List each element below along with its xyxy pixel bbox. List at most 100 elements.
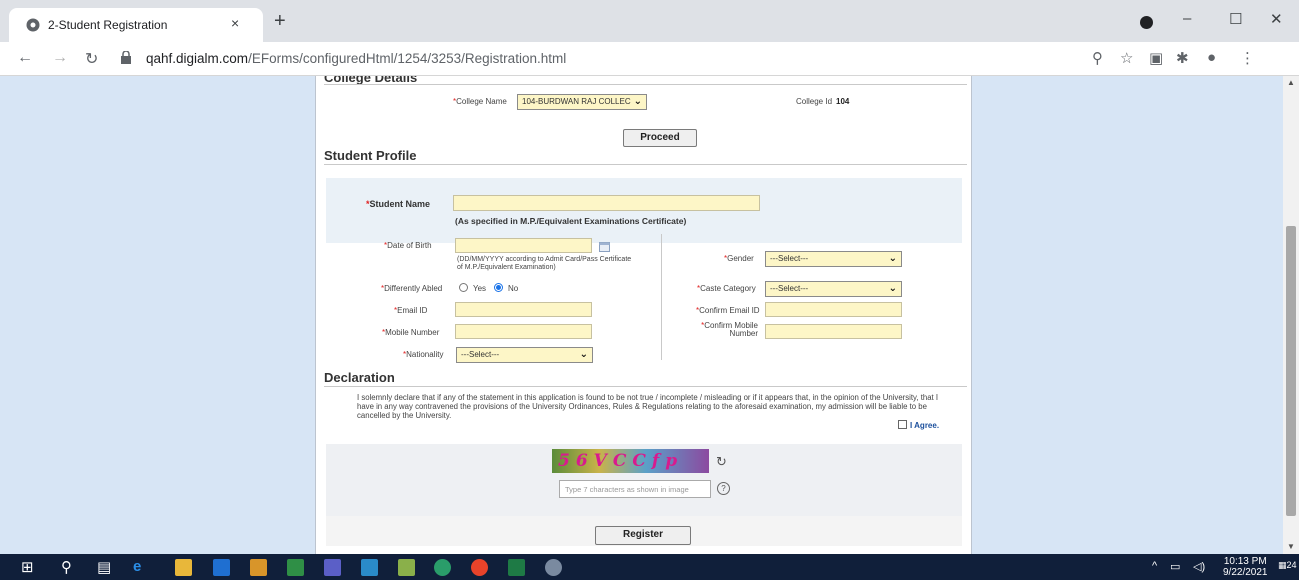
- caste-category-label: *Caste Category: [697, 284, 756, 293]
- address-bar[interactable]: qahf.digialm.com/EForms/configuredHtml/1…: [113, 47, 1173, 71]
- chrome-account-icon[interactable]: [1140, 16, 1153, 29]
- gender-select[interactable]: ---Select--- ⌄: [765, 251, 902, 267]
- chrome-icon[interactable]: [471, 559, 488, 576]
- nationality-label: *Nationality: [403, 350, 444, 359]
- chevron-down-icon: ⌄: [579, 349, 588, 360]
- confirm-email-label: *Confirm Email ID: [696, 306, 760, 315]
- notification-count: 24: [1286, 560, 1297, 570]
- back-icon[interactable]: ←: [17, 49, 33, 67]
- email-input[interactable]: [455, 302, 592, 317]
- url-path: /EForms/configuredHtml/1254/3253/Registr…: [248, 51, 567, 66]
- close-tab-icon[interactable]: ×: [231, 15, 239, 31]
- no-label: No: [508, 284, 519, 293]
- agree-label: I Agree.: [910, 421, 940, 430]
- teams-icon[interactable]: [324, 559, 341, 576]
- student-name-label: *Student Name: [366, 199, 431, 209]
- gender-label: *Gender: [724, 254, 754, 263]
- maximize-button[interactable]: ☐: [1229, 10, 1242, 28]
- mobile-label: *Mobile Number: [382, 328, 440, 337]
- chrome-app-icon[interactable]: [434, 559, 451, 576]
- zoom-icon[interactable]: ⚲: [1092, 49, 1103, 67]
- college-id-label: College Id: [796, 97, 833, 106]
- confirm-email-input[interactable]: [765, 302, 902, 317]
- windows-start-icon[interactable]: ⊞: [21, 558, 34, 576]
- minimize-button[interactable]: –: [1183, 10, 1191, 27]
- confirm-mobile-input[interactable]: [765, 324, 902, 339]
- page-viewport: College Details *College Name 104-BURDWA…: [0, 76, 1283, 554]
- divider: [324, 84, 967, 85]
- email-label: *Email ID: [394, 306, 428, 315]
- app-icon[interactable]: [250, 559, 267, 576]
- scroll-thumb[interactable]: [1286, 226, 1296, 516]
- app-icon[interactable]: [398, 559, 415, 576]
- chrome-menu-icon[interactable]: ⋮: [1240, 49, 1255, 67]
- browser-tab[interactable]: 2-Student Registration ×: [9, 8, 263, 42]
- agree-checkbox[interactable]: [898, 420, 907, 429]
- system-clock[interactable]: 10:13 PM 9/22/2021: [1223, 556, 1268, 578]
- browser-toolbar: ← → ↻ qahf.digialm.com/EForms/configured…: [0, 42, 1299, 76]
- profile-avatar-icon[interactable]: ●: [1207, 49, 1216, 66]
- column-divider: [661, 234, 662, 360]
- search-icon[interactable]: ⚲: [61, 558, 72, 576]
- network-icon[interactable]: ▭: [1170, 560, 1180, 573]
- tab-title: 2-Student Registration: [48, 18, 168, 32]
- student-name-input[interactable]: [453, 195, 760, 211]
- college-name-select[interactable]: 104-BURDWAN RAJ COLLEC ⌄: [517, 94, 647, 110]
- outlook-icon[interactable]: [213, 559, 230, 576]
- captcha-image: 56VCCfp: [552, 449, 709, 473]
- differently-abled-label: *Differently Abled: [381, 284, 443, 293]
- task-view-icon[interactable]: ▤: [97, 558, 111, 576]
- refresh-captcha-icon[interactable]: ↻: [716, 454, 727, 470]
- student-profile-heading: Student Profile: [324, 148, 417, 163]
- url-text: qahf.digialm.com/EForms/configuredHtml/1…: [146, 51, 566, 66]
- volume-icon[interactable]: ◁): [1193, 560, 1205, 573]
- browser-tab-strip: 2-Student Registration × + – ☐ ✕: [0, 0, 1299, 42]
- declaration-heading: Declaration: [324, 370, 395, 385]
- reload-icon[interactable]: ↻: [85, 49, 98, 69]
- cast-icon[interactable]: ▣: [1149, 49, 1163, 67]
- extensions-icon[interactable]: ✱: [1176, 49, 1189, 67]
- windows-taskbar: ⊞ ⚲ ▤ e ^ ▭ ◁) 10:13 PM 9/22/2021 ▦24: [0, 554, 1299, 580]
- differently-abled-no-radio[interactable]: [494, 283, 503, 292]
- registration-form: College Details *College Name 104-BURDWA…: [315, 76, 972, 554]
- captcha-input[interactable]: Type 7 characters as shown in image: [559, 480, 711, 498]
- caste-category-select[interactable]: ---Select--- ⌄: [765, 281, 902, 297]
- chevron-down-icon: ⌄: [888, 283, 897, 294]
- chevron-down-icon: ⌄: [633, 96, 642, 107]
- tata-app-icon[interactable]: [361, 559, 378, 576]
- nationality-select[interactable]: ---Select--- ⌄: [456, 347, 593, 363]
- register-button[interactable]: Register: [595, 526, 691, 545]
- dob-label: *Date of Birth: [384, 241, 432, 250]
- help-icon[interactable]: ?: [717, 482, 730, 495]
- declaration-text: I solemnly declare that if any of the st…: [357, 393, 939, 420]
- forward-icon[interactable]: →: [52, 49, 68, 67]
- bookmark-star-icon[interactable]: ☆: [1120, 49, 1133, 67]
- clock-date: 9/22/2021: [1223, 567, 1268, 578]
- proceed-button[interactable]: Proceed: [623, 129, 697, 147]
- yes-label: Yes: [473, 284, 487, 293]
- differently-abled-yes-radio[interactable]: [459, 283, 468, 292]
- paint-icon[interactable]: [545, 559, 562, 576]
- dob-hint: (DD/MM/YYYY according to Admit Card/Pass…: [457, 256, 632, 271]
- edge-icon[interactable]: e: [133, 558, 141, 575]
- excel-icon[interactable]: [508, 559, 525, 576]
- scroll-down-icon[interactable]: ▼: [1287, 542, 1295, 551]
- dob-input[interactable]: [455, 238, 592, 253]
- lock-icon: [121, 51, 131, 64]
- file-explorer-icon[interactable]: [175, 559, 192, 576]
- chevron-up-icon[interactable]: ^: [1152, 560, 1157, 572]
- chevron-down-icon: ⌄: [888, 253, 897, 264]
- page-scrollbar[interactable]: ▲ ▼: [1283, 76, 1299, 554]
- new-tab-button[interactable]: +: [274, 11, 286, 31]
- close-window-button[interactable]: ✕: [1270, 10, 1283, 28]
- divider: [324, 164, 967, 165]
- calendar-icon[interactable]: [599, 241, 610, 252]
- mobile-input[interactable]: [455, 324, 592, 339]
- clock-time: 10:13 PM: [1223, 556, 1267, 567]
- scroll-up-icon[interactable]: ▲: [1287, 78, 1295, 87]
- student-name-hint: (As specified in M.P./Equivalent Examina…: [455, 216, 687, 226]
- spreadsheet-icon[interactable]: [287, 559, 304, 576]
- college-name-label: *College Name: [453, 97, 507, 106]
- notifications-icon[interactable]: ▦24: [1278, 560, 1297, 571]
- globe-icon: [26, 18, 40, 32]
